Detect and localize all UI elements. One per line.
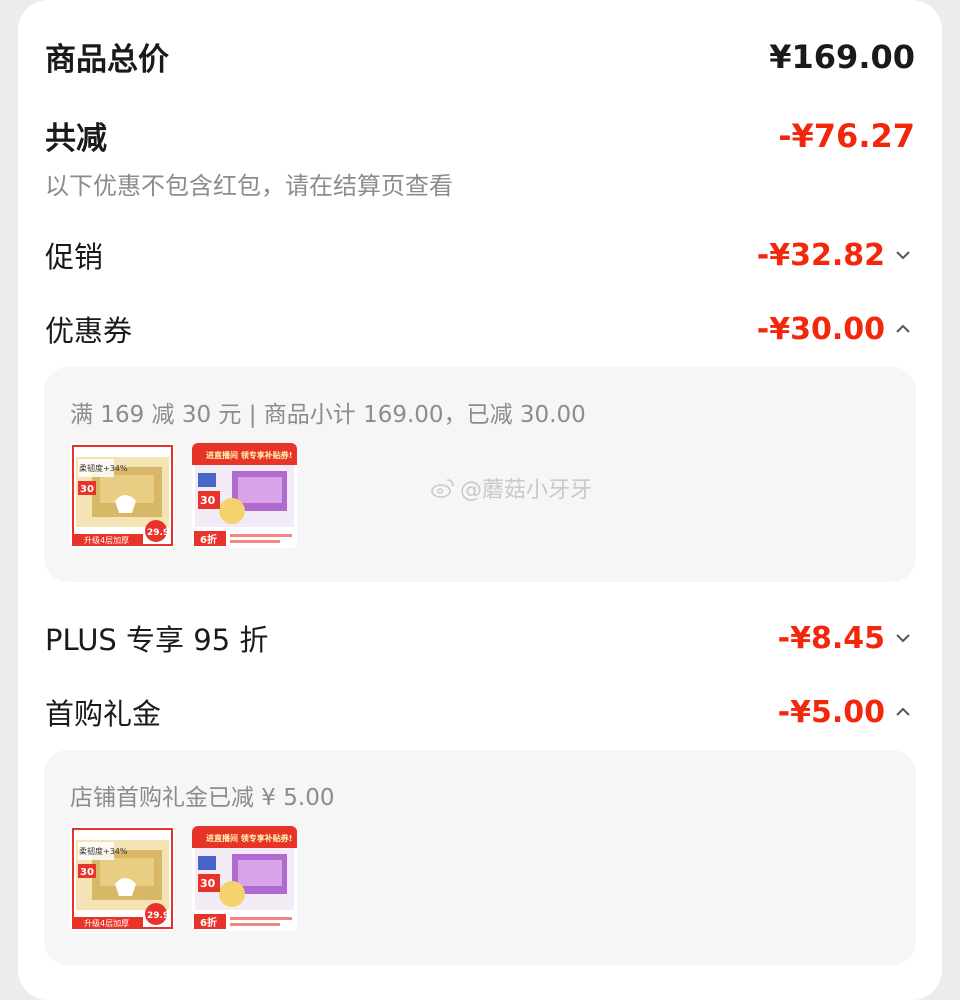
reduction-amount: -¥76.27 xyxy=(778,116,915,155)
total-row: 商品总价 ¥169.00 xyxy=(45,34,915,79)
promo-label: 促销 xyxy=(45,240,104,274)
plus-amount-wrap: -¥8.45 xyxy=(778,621,915,656)
chevron-up-icon[interactable] xyxy=(891,702,915,722)
chevron-down-icon[interactable] xyxy=(891,628,915,648)
first-buy-amount-wrap: -¥5.00 xyxy=(778,695,915,730)
plus-row[interactable]: PLUS 专享 95 折 -¥8.45 xyxy=(45,617,915,659)
promo-amount-wrap: -¥32.82 xyxy=(757,238,915,273)
first-buy-detail-text: 店铺首购礼金已减 ¥ 5.00 xyxy=(70,785,335,811)
badge-text: 30 xyxy=(80,867,94,878)
product-thumbnail-tissue-gold[interactable]: 30 柔韧度+34% 29.9 升级4层加厚 xyxy=(70,826,175,931)
reduction-label: 共减 xyxy=(45,121,107,157)
tag-text: 升级4层加厚 xyxy=(84,918,129,928)
first-buy-row[interactable]: 首购礼金 -¥5.00 xyxy=(45,691,915,733)
total-amount: ¥169.00 xyxy=(769,37,915,76)
plus-amount: -¥8.45 xyxy=(777,620,885,656)
tag-text: 6折 xyxy=(200,533,217,546)
weibo-icon xyxy=(431,479,454,498)
coupon-row[interactable]: 优惠券 -¥30.00 xyxy=(45,308,915,350)
badge-text: 30 xyxy=(200,494,216,507)
chevron-down-icon[interactable] xyxy=(891,245,915,265)
watermark: @蘑菇小牙牙 xyxy=(430,472,592,504)
chevron-up-icon[interactable] xyxy=(891,319,915,339)
tag-text: 6折 xyxy=(200,916,217,929)
promo-row[interactable]: 促销 -¥32.82 xyxy=(45,234,915,276)
reduction-row: 共减 -¥76.27 xyxy=(45,113,915,158)
promo-amount: -¥32.82 xyxy=(756,237,885,273)
badge-text: 30 xyxy=(80,484,94,495)
coupon-label: 优惠券 xyxy=(45,314,133,348)
title-text: 进直播间 领专享补贴券! xyxy=(206,833,292,843)
title-text: 进直播间 领专享补贴券! xyxy=(206,450,292,460)
reduction-note: 以下优惠不包含红包，请在结算页查看 xyxy=(45,172,453,200)
tag-text: 升级4层加厚 xyxy=(84,535,129,545)
first-buy-amount: -¥5.00 xyxy=(777,694,885,730)
first-buy-detail-panel: 店铺首购礼金已减 ¥ 5.00 30 柔韧度+34% 29.9 升级4层加厚 进… xyxy=(44,750,916,965)
price-tag-text: 29.9 xyxy=(147,911,169,921)
product-thumbnail-tissue-gold[interactable]: 30 柔韧度+34% 29.9 升级4层加厚 xyxy=(70,443,175,548)
product-thumbnail-tissue-purple[interactable]: 进直播间 领专享补贴券! 30 6折 xyxy=(192,443,297,548)
price-tag-text: 29.9 xyxy=(147,528,169,538)
title-text: 柔韧度+34% xyxy=(79,846,128,856)
title-text: 柔韧度+34% xyxy=(79,463,128,473)
plus-label: PLUS 专享 95 折 xyxy=(45,623,269,657)
watermark-text: @蘑菇小牙牙 xyxy=(460,478,593,503)
price-detail-card: 商品总价 ¥169.00 共减 -¥76.27 以下优惠不包含红包，请在结算页查… xyxy=(18,0,942,1000)
product-thumbnail-tissue-purple[interactable]: 进直播间 领专享补贴券! 30 6折 xyxy=(192,826,297,931)
total-label: 商品总价 xyxy=(45,42,169,78)
coupon-amount-wrap: -¥30.00 xyxy=(757,312,915,347)
coupon-detail-text: 满 169 减 30 元 | 商品小计 169.00，已减 30.00 xyxy=(70,402,586,428)
first-buy-label: 首购礼金 xyxy=(45,697,162,731)
badge-text: 30 xyxy=(200,877,216,890)
coupon-amount: -¥30.00 xyxy=(756,311,885,347)
